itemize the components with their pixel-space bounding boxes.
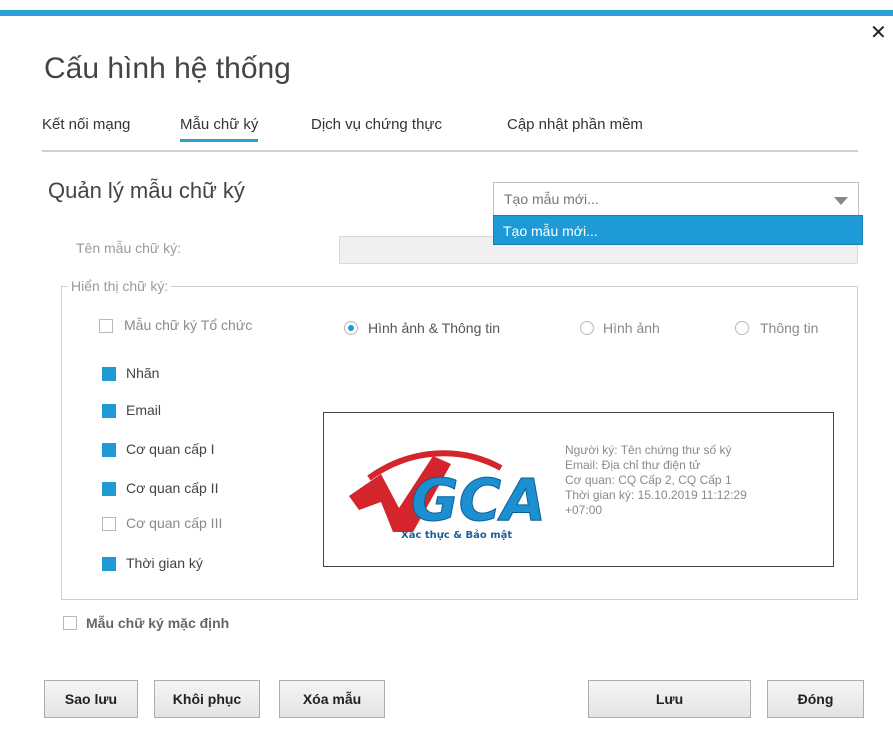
checkbox-label-field-text: Nhãn [126,365,160,381]
checkbox-agency-level-1[interactable] [102,443,116,457]
checkbox-email[interactable] [102,404,116,418]
signature-preview: GCA Xác thực & Bảo mật Người ký: Tên chứ… [323,412,834,567]
close-icon[interactable]: ✕ [870,20,887,45]
org-template-label: Mẫu chữ ký Tổ chức [124,317,253,333]
preview-info-text: Người ký: Tên chứng thư số ký Email: Địa… [565,443,747,518]
checkbox-agency-level-1-text: Cơ quan cấp I [126,441,215,457]
gca-logo-icon: GCA Xác thực & Bảo mật [349,450,547,541]
tab-bar-divider [42,150,858,152]
delete-template-button[interactable]: Xóa mẫu [279,680,385,718]
template-select[interactable]: Tạo mẫu mới... [493,182,859,216]
accent-strip [0,10,893,16]
radio-image-info-label: Hình ảnh & Thông tin [368,320,501,336]
radio-info-label: Thông tin [760,320,819,336]
tab-software-update[interactable]: Cập nhật phần mềm [507,116,643,139]
checkbox-signing-time[interactable] [102,557,116,571]
preview-email-line: Email: Địa chỉ thư điện tử [565,458,701,472]
preview-time-line: Thời gian ký: 15.10.2019 11:12:29 [565,488,747,502]
preview-signer-line: Người ký: Tên chứng thư số ký [565,443,732,457]
checkbox-email-text: Email [126,402,162,418]
template-select-value: Tạo mẫu mới... [504,191,599,207]
logo-tagline: Xác thực & Bảo mật [401,529,512,541]
radio-info[interactable] [735,321,749,335]
preview-timezone-line: +07:00 [565,503,603,517]
tab-signature-templates[interactable]: Mẫu chữ ký [180,116,259,142]
checkbox-signing-time-text: Thời gian ký [126,555,203,571]
display-group-label: Hiển thị chữ ký: [68,278,172,294]
radio-image-label: Hình ảnh [603,320,660,336]
org-template-checkbox[interactable] [99,319,113,333]
checkbox-agency-level-2-text: Cơ quan cấp II [126,480,219,496]
dropdown-option-new-template[interactable]: Tạo mẫu mới... [493,215,863,245]
checkbox-agency-level-3-text: Cơ quan cấp III [126,515,223,531]
tab-network[interactable]: Kết nối mạng [42,116,130,139]
dialog-title: Cấu hình hệ thống [44,52,291,85]
close-button[interactable]: Đóng [767,680,864,718]
restore-button[interactable]: Khôi phục [154,680,260,718]
window-top-edge: ... [0,0,893,17]
default-template-label: Mẫu chữ ký mặc định [86,615,230,631]
radio-image-info[interactable] [344,321,358,335]
checkbox-label-field[interactable] [102,367,116,381]
checkbox-agency-level-2[interactable] [102,482,116,496]
default-template-checkbox[interactable] [63,616,77,630]
logo-text: GCA [411,466,546,534]
section-title: Quản lý mẫu chữ ký [48,178,245,203]
checkbox-agency-level-3[interactable] [102,517,116,531]
template-name-label: Tên mẫu chữ ký: [76,240,182,256]
tab-bar: Kết nối mạng Mẫu chữ ký Dịch vụ chứng th… [42,116,858,154]
radio-image[interactable] [580,321,594,335]
tab-certification-service[interactable]: Dịch vụ chứng thực [311,116,442,139]
backup-button[interactable]: Sao lưu [44,680,138,718]
save-button[interactable]: Lưu [588,680,751,718]
preview-agency-line: Cơ quan: CQ Cấp 2, CQ Cấp 1 [565,473,732,487]
chevron-down-icon [834,197,848,205]
